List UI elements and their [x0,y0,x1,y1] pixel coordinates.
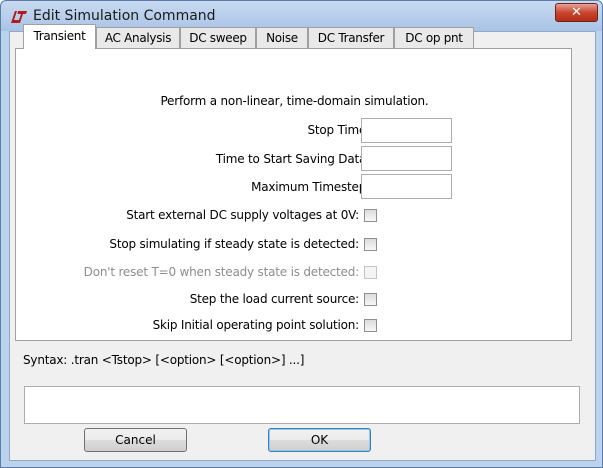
step-load-current-label: Step the load current source: [189,292,360,306]
dont-reset-t0-label: Don't reset T=0 when steady state is det… [83,265,360,279]
start-saving-label: Time to Start Saving Data: [215,152,370,166]
window-title: Edit Simulation Command [33,8,216,24]
tab-dc-transfer[interactable]: DC Transfer [308,27,394,48]
command-text-field[interactable] [24,386,580,424]
skip-op-point-checkbox[interactable] [364,319,377,332]
ltspice-logo-icon [11,11,27,23]
panel-description: Perform a non-linear, time-domain simula… [160,94,429,108]
close-button[interactable]: ✕ [555,3,598,22]
dont-reset-t0-checkbox[interactable] [364,266,377,279]
step-load-current-checkbox[interactable] [364,293,377,306]
tab-dc-op-pnt[interactable]: DC op pnt [394,27,474,48]
start-dc-zero-checkbox[interactable] [364,209,377,222]
stop-steady-state-label: Stop simulating if steady state is detec… [109,237,359,251]
syntax-text: Syntax: .tran <Tstop> [<option> [<option… [23,353,305,367]
cancel-button[interactable]: Cancel [84,428,187,452]
tab-ac-analysis[interactable]: AC Analysis [96,27,180,48]
ok-button[interactable]: OK [268,428,371,452]
max-timestep-input[interactable] [361,174,452,199]
stop-steady-state-checkbox[interactable] [364,238,377,251]
stop-time-input[interactable] [361,118,452,143]
start-saving-input[interactable] [361,146,452,171]
tab-dc-sweep[interactable]: DC sweep [180,27,256,48]
skip-op-point-label: Skip Initial operating point solution: [152,318,360,332]
transient-panel: Perform a non-linear, time-domain simula… [15,48,572,341]
start-dc-zero-label: Start external DC supply voltages at 0V: [126,208,359,222]
tab-transient[interactable]: Transient [23,24,96,49]
max-timestep-label: Maximum Timestep: [251,180,370,194]
tab-noise[interactable]: Noise [256,27,308,48]
